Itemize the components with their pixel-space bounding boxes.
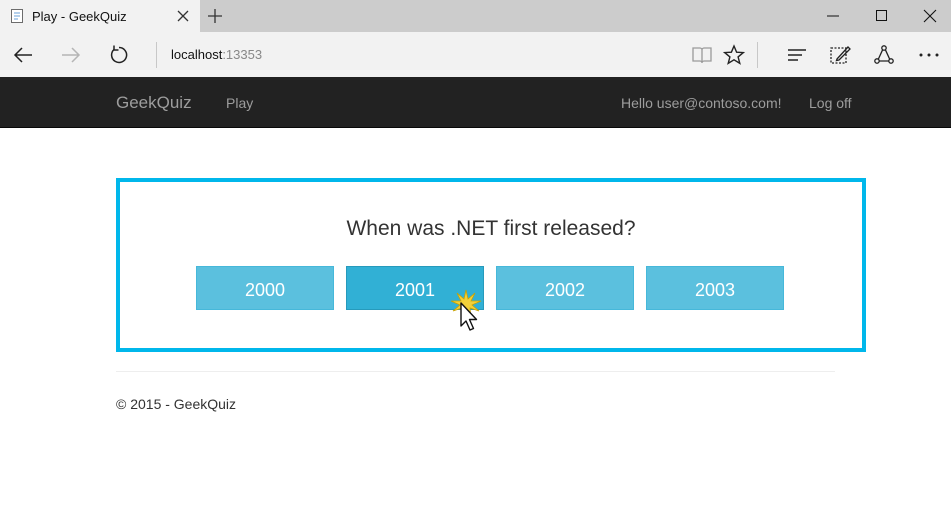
reading-view-icon[interactable]	[691, 44, 713, 71]
click-cursor-icon	[448, 288, 484, 341]
question-text: When was .NET first released?	[346, 217, 636, 240]
tab-title: Play - GeekQuiz	[32, 9, 127, 24]
url-port: :13353	[222, 47, 263, 62]
close-window-icon[interactable]	[923, 9, 937, 28]
toolbar-separator	[757, 42, 758, 68]
browser-tab-strip: Play - GeekQuiz	[0, 0, 951, 32]
address-bar: localhost:13353	[0, 32, 951, 78]
hub-icon[interactable]	[786, 44, 808, 71]
close-tab-icon[interactable]	[176, 9, 190, 28]
share-icon[interactable]	[873, 44, 895, 71]
quiz-card: When was .NET first released? 2000 2001 …	[116, 178, 866, 352]
page-icon	[9, 8, 25, 29]
url-host: localhost	[171, 47, 223, 62]
browser-tab[interactable]: Play - GeekQuiz	[0, 0, 200, 32]
footer-divider	[116, 371, 835, 372]
answer-option-2000[interactable]: 2000	[196, 266, 334, 310]
brand-link[interactable]: GeekQuiz	[116, 93, 192, 113]
user-greeting-link[interactable]: Hello user@contoso.com!	[621, 95, 782, 111]
refresh-icon[interactable]	[108, 44, 130, 71]
address-separator	[156, 42, 157, 68]
back-arrow-icon[interactable]	[12, 44, 34, 71]
footer-copyright: © 2015 - GeekQuiz	[116, 396, 237, 412]
minimize-icon[interactable]	[826, 9, 840, 28]
address-input[interactable]: localhost:13353	[171, 47, 262, 62]
logoff-link[interactable]: Log off	[809, 95, 852, 111]
maximize-icon[interactable]	[875, 9, 889, 28]
more-options-icon[interactable]	[918, 44, 940, 71]
nav-play-link[interactable]: Play	[226, 95, 253, 111]
new-tab-icon[interactable]	[207, 8, 223, 29]
forward-arrow-icon[interactable]	[60, 44, 82, 71]
web-note-icon[interactable]	[829, 44, 851, 71]
answer-option-2002[interactable]: 2002	[496, 266, 634, 310]
site-navbar: GeekQuiz Play Hello user@contoso.com! Lo…	[0, 77, 951, 128]
favorite-star-icon[interactable]	[722, 44, 746, 71]
answer-option-2003[interactable]: 2003	[646, 266, 784, 310]
